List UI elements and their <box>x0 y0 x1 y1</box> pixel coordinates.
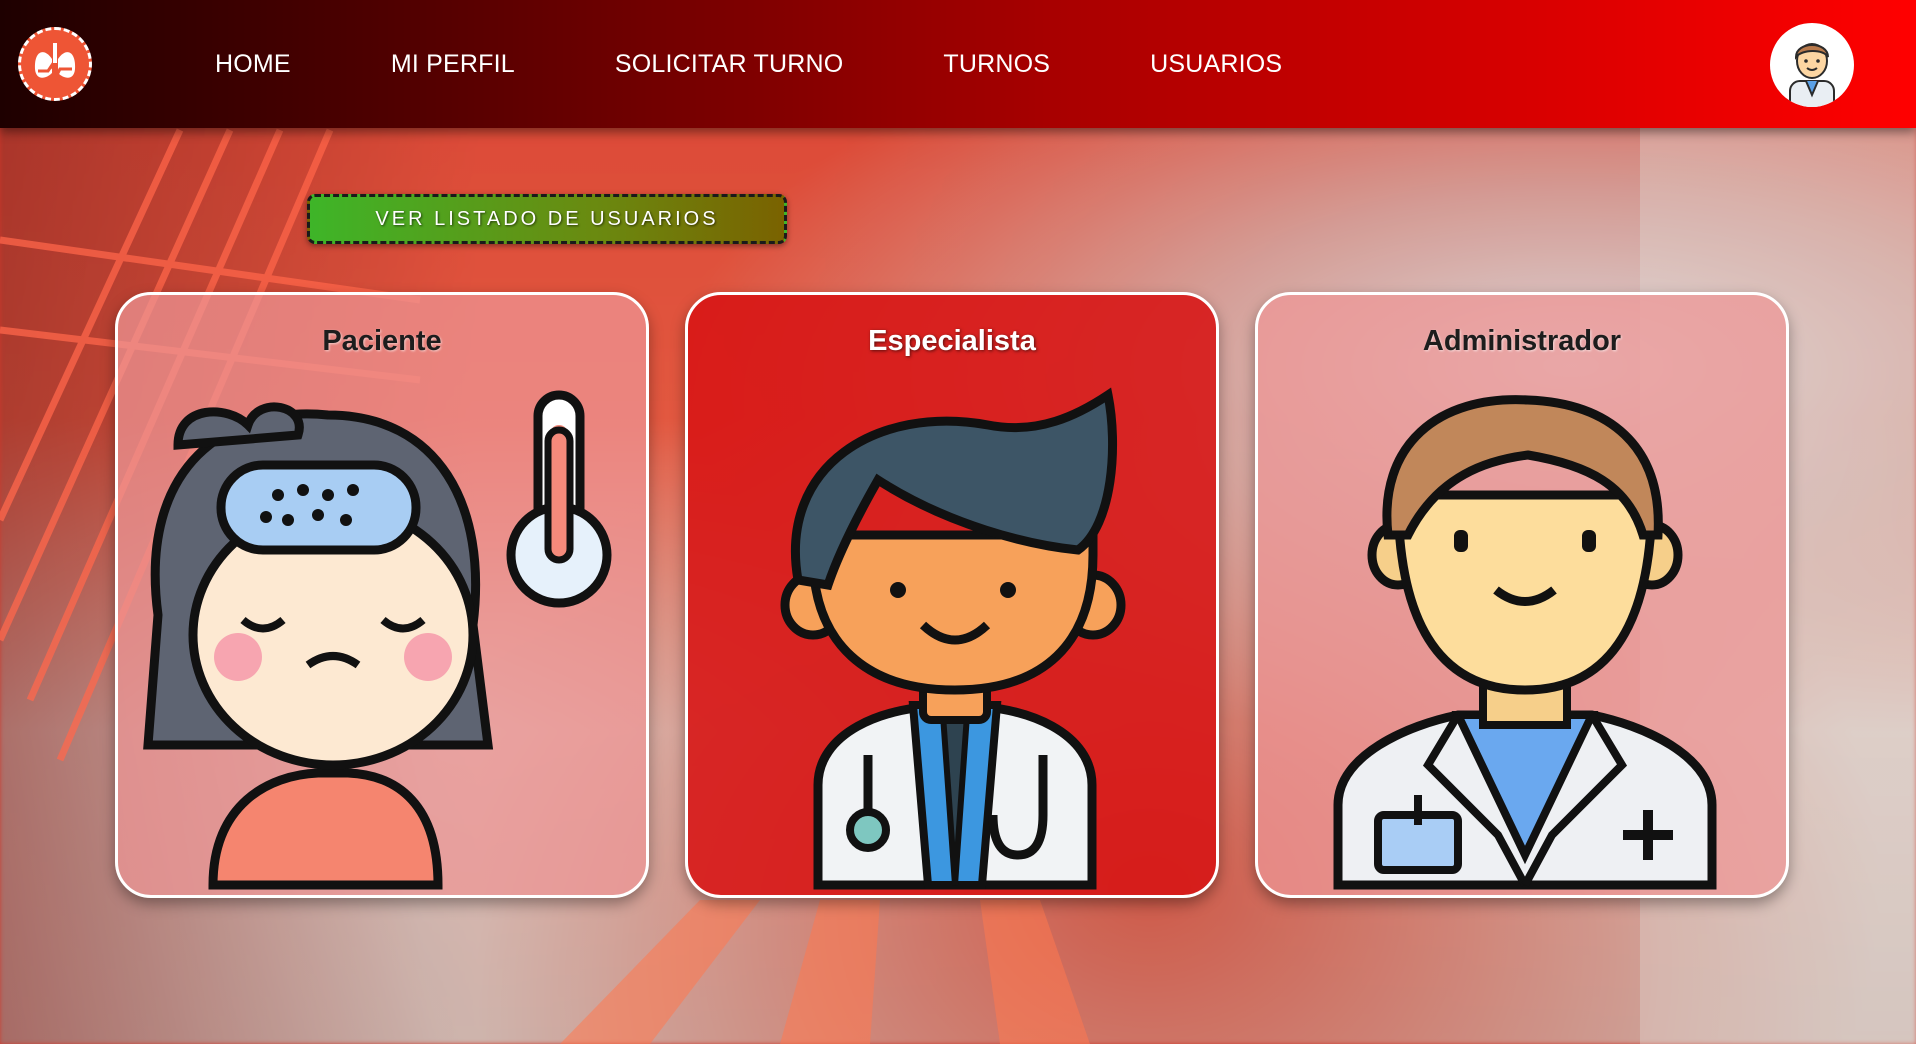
nav-turnos[interactable]: TURNOS <box>943 50 1050 79</box>
nav-mi-perfil[interactable]: MI PERFIL <box>391 50 515 79</box>
sick-patient-icon <box>143 390 612 890</box>
card-especialista[interactable]: Especialista <box>685 292 1219 898</box>
doctor-stethoscope-icon <box>780 387 1126 890</box>
nav-solicitar-turno[interactable]: SOLICITAR TURNO <box>615 50 844 79</box>
card-paciente[interactable]: Paciente <box>115 292 649 898</box>
card-administrador[interactable]: Administrador <box>1255 292 1789 898</box>
doctor-avatar-icon[interactable] <box>1770 23 1854 107</box>
nav-links: HOME MI PERFIL SOLICITAR TURNO TURNOS US… <box>215 0 1382 128</box>
card-title-especialista: Especialista <box>868 325 1036 357</box>
lungs-heart-logo-icon[interactable] <box>18 27 92 101</box>
list-users-button[interactable]: VER LISTADO DE USUARIOS <box>307 194 787 244</box>
nav-usuarios[interactable]: USUARIOS <box>1150 50 1282 79</box>
card-title-administrador: Administrador <box>1422 325 1622 357</box>
top-navbar: HOME MI PERFIL SOLICITAR TURNO TURNOS US… <box>0 0 1916 128</box>
card-title-paciente: Paciente <box>322 325 442 357</box>
nav-home[interactable]: HOME <box>215 50 291 79</box>
admin-doctor-icon <box>1333 395 1717 890</box>
